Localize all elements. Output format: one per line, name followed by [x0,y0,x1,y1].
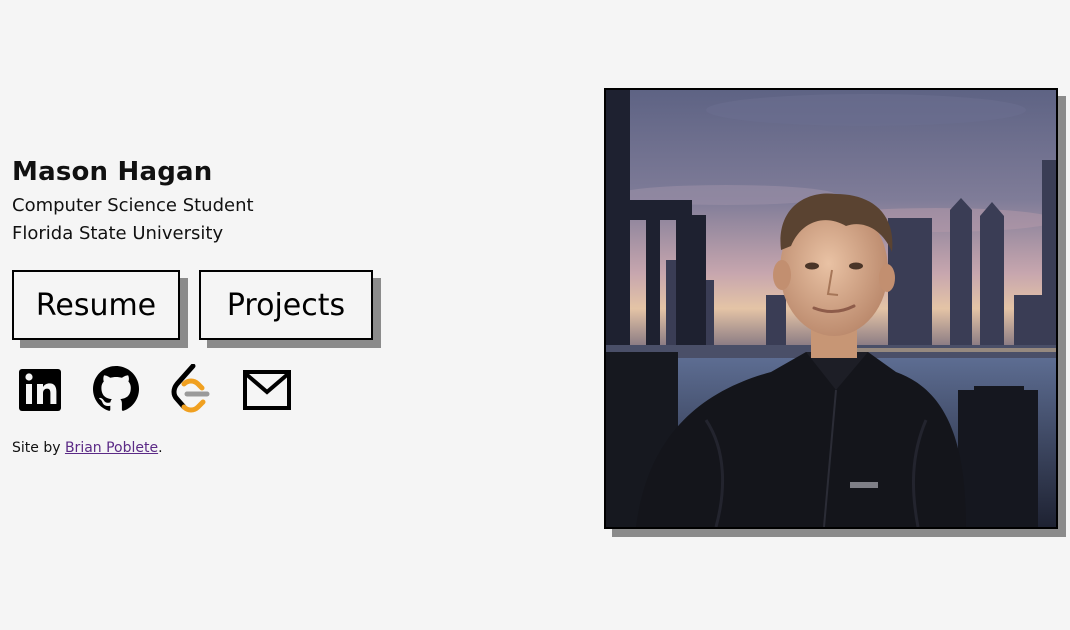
profile-role: Computer Science Student [12,195,254,216]
profile-school: Florida State University [12,223,224,244]
profile-name: Mason Hagan [12,157,213,187]
profile-info: Mason Hagan Computer Science Student Flo… [12,152,432,248]
resume-button[interactable]: Resume [12,270,180,340]
linkedin-icon[interactable] [16,364,66,414]
leetcode-icon[interactable] [167,364,217,414]
credit-suffix: . [158,440,163,456]
credit-author-link[interactable]: Brian Poblete [65,440,158,456]
profile-photo-illustration [606,90,1056,527]
email-icon[interactable] [242,364,292,414]
page: Mason Hagan Computer Science Student Flo… [0,0,1070,630]
projects-button[interactable]: Projects [199,270,373,340]
site-credit: Site by Brian Poblete. [12,438,163,458]
action-buttons: Resume Projects [12,270,432,352]
credit-prefix: Site by [12,440,65,456]
social-links [16,364,316,416]
github-icon[interactable] [91,364,141,414]
profile-photo [604,88,1058,529]
